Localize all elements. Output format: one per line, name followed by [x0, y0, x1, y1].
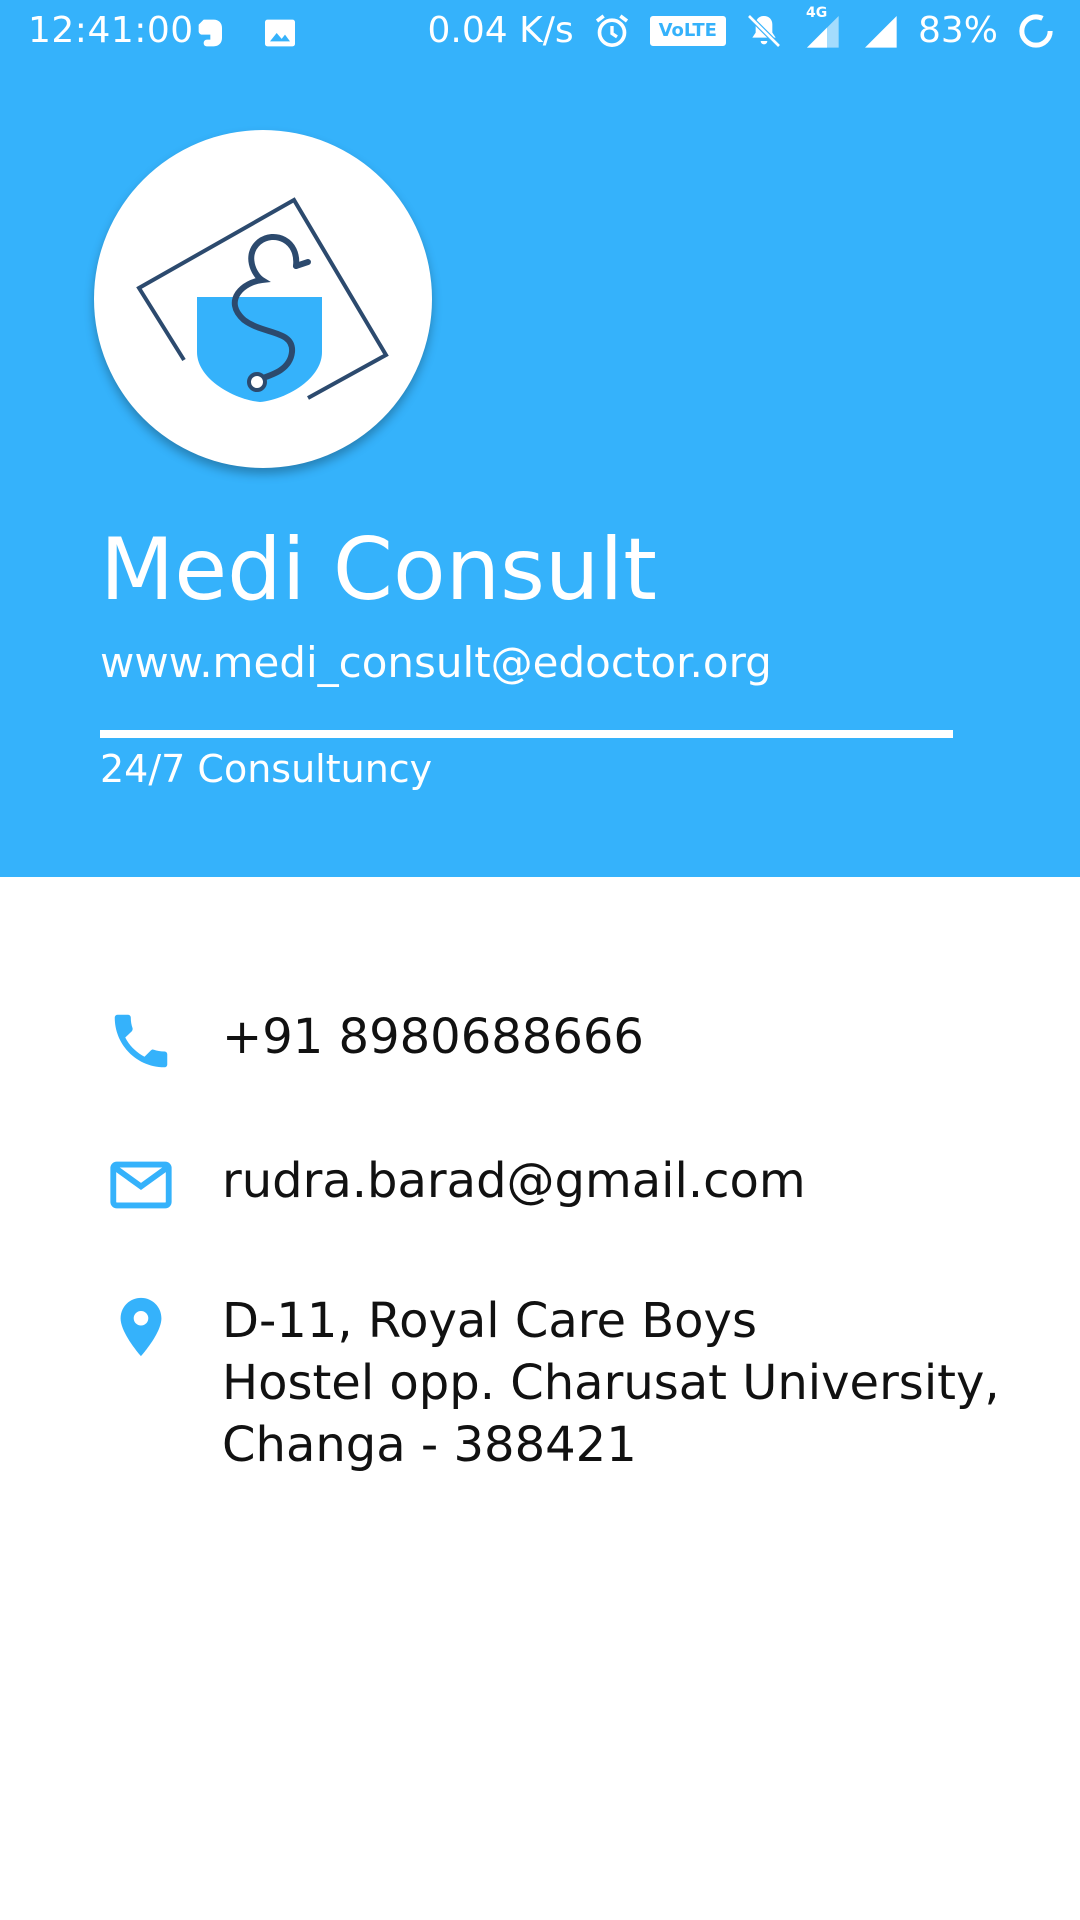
app-title: Medi Consult [100, 520, 658, 620]
address-line-1: D-11, Royal Care Boys [222, 1293, 757, 1349]
battery-percent: 83% [917, 10, 998, 51]
alarm-icon [592, 11, 632, 51]
address-line-3: Changa - 388421 [222, 1417, 637, 1473]
signal-4g-icon: 4G [802, 5, 842, 51]
battery-icon [1016, 11, 1056, 51]
mail-icon [106, 1150, 176, 1220]
net-speed: 0.04 K/s [427, 10, 574, 51]
header: 12:41:00 0.04 K/s VoLTE 4G 83% Medi Cons… [0, 0, 1080, 877]
evernote-icon [192, 13, 232, 53]
status-time: 12:41:00 [28, 10, 194, 51]
app-tagline: 24/7 Consultuncy [100, 747, 433, 791]
location-pin-icon [106, 1292, 176, 1362]
stethoscope-pocket-logo [136, 197, 389, 402]
phone-icon [106, 1006, 176, 1076]
status-bar: 12:41:00 0.04 K/s VoLTE 4G 83% [0, 0, 1080, 64]
mute-bell-icon [744, 11, 784, 51]
phone-number[interactable]: +91 8980688666 [222, 1006, 644, 1068]
volte-icon: VoLTE [649, 15, 726, 46]
status-right-area: 0.04 K/s VoLTE 4G 83% [427, 5, 1057, 51]
image-icon [260, 13, 300, 53]
network-type: 4G [805, 4, 828, 21]
header-divider [100, 730, 953, 738]
app-website[interactable]: www.medi_consult@edoctor.org [100, 638, 772, 688]
app-logo [94, 130, 432, 468]
email-address[interactable]: rudra.barad@gmail.com [222, 1150, 806, 1212]
status-left-icons [192, 13, 300, 53]
address-line-2: Hostel opp. Charusat University, [222, 1355, 1000, 1411]
signal-icon [860, 11, 900, 51]
address[interactable]: D-11, Royal Care Boys Hostel opp. Charus… [222, 1290, 1000, 1476]
